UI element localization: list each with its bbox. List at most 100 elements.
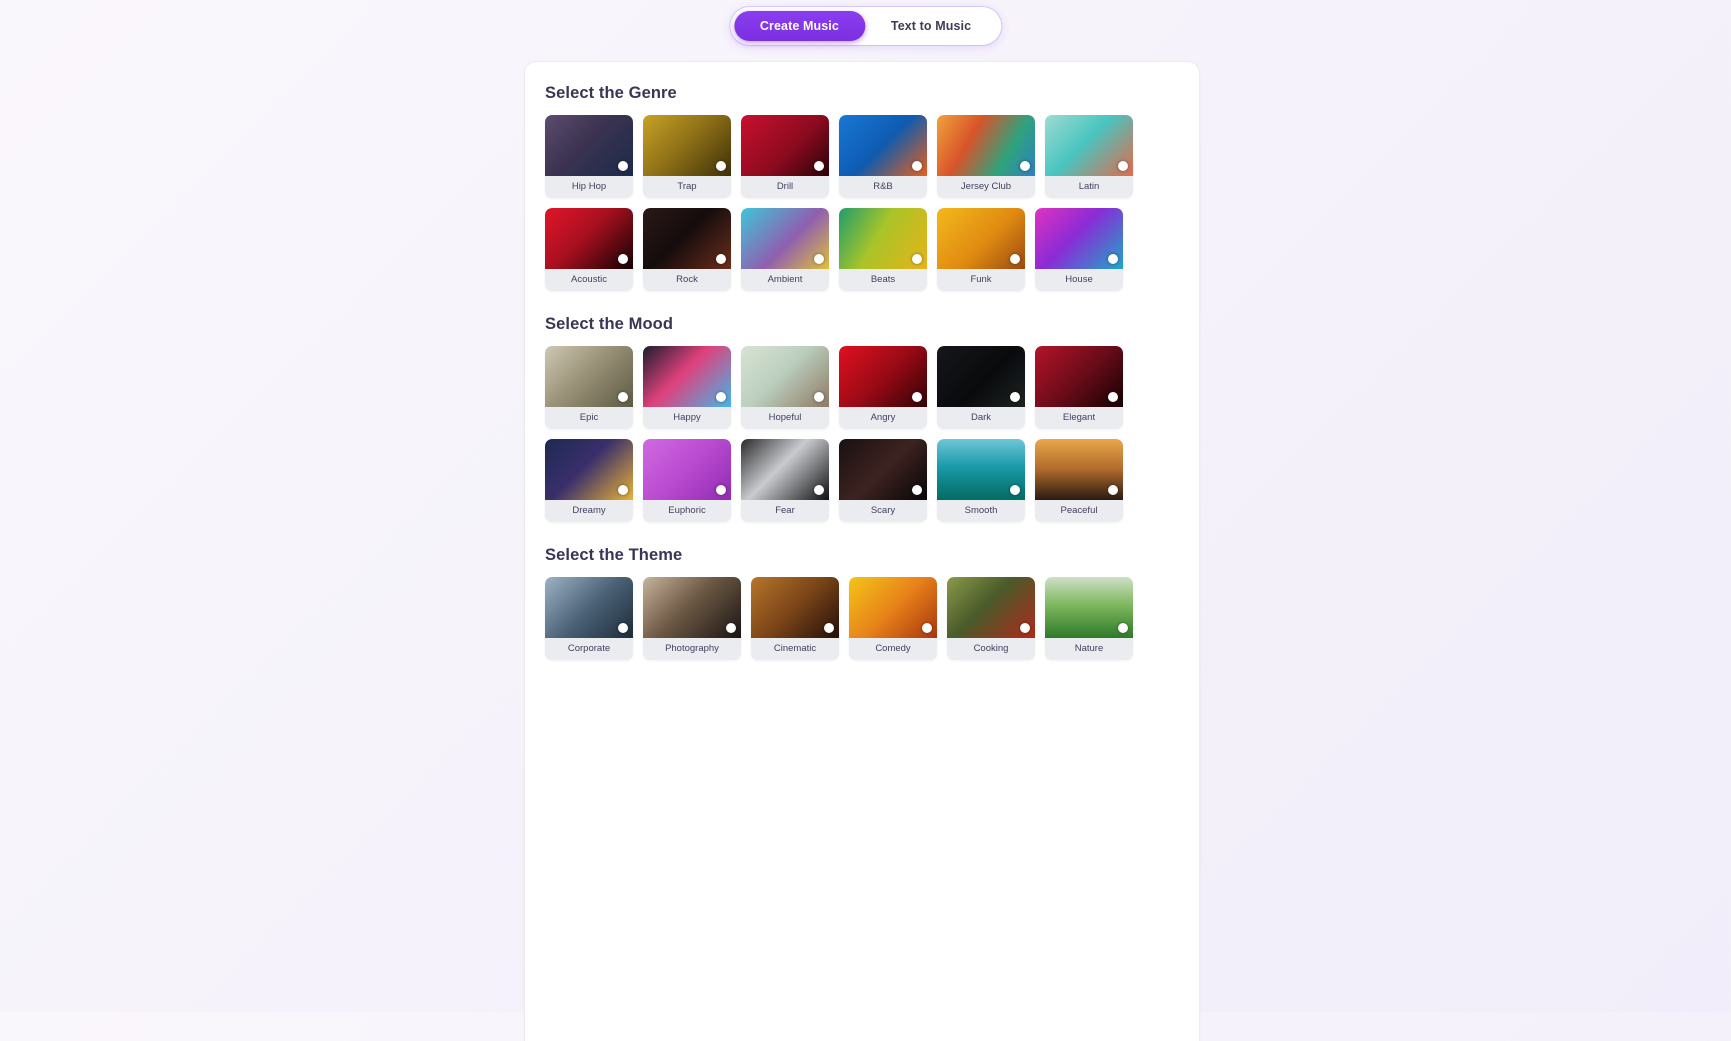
option-card[interactable]: Photography bbox=[643, 577, 741, 660]
option-thumbnail bbox=[741, 346, 829, 407]
option-card[interactable]: Ambient bbox=[741, 208, 829, 291]
option-card[interactable]: Hopeful bbox=[741, 346, 829, 429]
option-card[interactable]: Dark bbox=[937, 346, 1025, 429]
option-card[interactable]: Elegant bbox=[1035, 346, 1123, 429]
option-label: Fear bbox=[741, 500, 829, 522]
option-card[interactable]: Acoustic bbox=[545, 208, 633, 291]
option-label: Photography bbox=[643, 638, 741, 660]
option-label: Dreamy bbox=[545, 500, 633, 522]
option-card[interactable]: Scary bbox=[839, 439, 927, 522]
option-thumbnail bbox=[545, 208, 633, 269]
option-card[interactable]: Smooth bbox=[937, 439, 1025, 522]
option-thumbnail bbox=[643, 115, 731, 176]
option-card[interactable]: Funk bbox=[937, 208, 1025, 291]
option-label: House bbox=[1035, 269, 1123, 291]
option-card[interactable]: Drill bbox=[741, 115, 829, 198]
select-radio-icon[interactable] bbox=[814, 485, 824, 495]
option-thumbnail bbox=[1045, 115, 1133, 176]
option-thumbnail bbox=[741, 439, 829, 500]
option-thumbnail bbox=[937, 115, 1035, 176]
select-radio-icon[interactable] bbox=[1108, 392, 1118, 402]
option-card[interactable]: Beats bbox=[839, 208, 927, 291]
option-card[interactable]: Comedy bbox=[849, 577, 937, 660]
select-radio-icon[interactable] bbox=[1118, 161, 1128, 171]
option-card[interactable]: Cinematic bbox=[751, 577, 839, 660]
select-radio-icon[interactable] bbox=[726, 623, 736, 633]
option-thumbnail bbox=[1035, 346, 1123, 407]
select-radio-icon[interactable] bbox=[814, 161, 824, 171]
option-card[interactable]: Happy bbox=[643, 346, 731, 429]
option-card[interactable]: House bbox=[1035, 208, 1123, 291]
select-radio-icon[interactable] bbox=[912, 485, 922, 495]
option-label: Beats bbox=[839, 269, 927, 291]
option-thumbnail bbox=[1035, 439, 1123, 500]
select-radio-icon[interactable] bbox=[1020, 161, 1030, 171]
tab-text-to-music[interactable]: Text to Music bbox=[865, 11, 997, 41]
select-radio-icon[interactable] bbox=[814, 254, 824, 264]
option-label: Hip Hop bbox=[545, 176, 633, 198]
option-card[interactable]: Nature bbox=[1045, 577, 1133, 660]
option-card[interactable]: Jersey Club bbox=[937, 115, 1035, 198]
option-card[interactable]: Fear bbox=[741, 439, 829, 522]
section-title-theme: Select the Theme bbox=[545, 546, 683, 564]
option-thumbnail bbox=[839, 346, 927, 407]
option-card[interactable]: R&B bbox=[839, 115, 927, 198]
select-radio-icon[interactable] bbox=[912, 392, 922, 402]
option-label: Nature bbox=[1045, 638, 1133, 660]
option-thumbnail bbox=[643, 346, 731, 407]
select-radio-icon[interactable] bbox=[1118, 623, 1128, 633]
select-radio-icon[interactable] bbox=[716, 485, 726, 495]
option-card[interactable]: Epic bbox=[545, 346, 633, 429]
select-radio-icon[interactable] bbox=[716, 254, 726, 264]
select-radio-icon[interactable] bbox=[618, 254, 628, 264]
select-radio-icon[interactable] bbox=[912, 254, 922, 264]
mode-toggle-group[interactable]: Create Music Text to Music bbox=[729, 7, 1002, 45]
tab-create-music[interactable]: Create Music bbox=[733, 11, 865, 41]
select-radio-icon[interactable] bbox=[1020, 623, 1030, 633]
option-card[interactable]: Latin bbox=[1045, 115, 1133, 198]
option-label: Trap bbox=[643, 176, 731, 198]
option-thumbnail bbox=[839, 208, 927, 269]
select-radio-icon[interactable] bbox=[1010, 254, 1020, 264]
option-card[interactable]: Corporate bbox=[545, 577, 633, 660]
option-thumbnail bbox=[849, 577, 937, 638]
option-card[interactable]: Angry bbox=[839, 346, 927, 429]
option-label: Acoustic bbox=[545, 269, 633, 291]
option-card[interactable]: Euphoric bbox=[643, 439, 731, 522]
select-radio-icon[interactable] bbox=[618, 392, 628, 402]
select-radio-icon[interactable] bbox=[922, 623, 932, 633]
option-label: Epic bbox=[545, 407, 633, 429]
select-radio-icon[interactable] bbox=[1010, 485, 1020, 495]
option-card[interactable]: Hip Hop bbox=[545, 115, 633, 198]
option-card[interactable]: Dreamy bbox=[545, 439, 633, 522]
option-card[interactable]: Peaceful bbox=[1035, 439, 1123, 522]
section-title-mood: Select the Mood bbox=[545, 315, 674, 333]
select-radio-icon[interactable] bbox=[716, 392, 726, 402]
option-label: R&B bbox=[839, 176, 927, 198]
genre-grid: Hip Hop Trap Drill R&B Jersey Club Latin Acous… bbox=[545, 115, 1179, 291]
option-label: Jersey Club bbox=[937, 176, 1035, 198]
option-label: Comedy bbox=[849, 638, 937, 660]
select-radio-icon[interactable] bbox=[618, 485, 628, 495]
option-label: Happy bbox=[643, 407, 731, 429]
option-thumbnail bbox=[1045, 577, 1133, 638]
option-card[interactable]: Cooking bbox=[947, 577, 1035, 660]
select-radio-icon[interactable] bbox=[618, 161, 628, 171]
option-thumbnail bbox=[643, 208, 731, 269]
select-radio-icon[interactable] bbox=[1108, 254, 1118, 264]
option-card[interactable]: Rock bbox=[643, 208, 731, 291]
select-radio-icon[interactable] bbox=[1108, 485, 1118, 495]
option-label: Elegant bbox=[1035, 407, 1123, 429]
option-card[interactable]: Trap bbox=[643, 115, 731, 198]
select-radio-icon[interactable] bbox=[716, 161, 726, 171]
select-radio-icon[interactable] bbox=[824, 623, 834, 633]
select-radio-icon[interactable] bbox=[912, 161, 922, 171]
option-thumbnail bbox=[545, 577, 633, 638]
select-radio-icon[interactable] bbox=[814, 392, 824, 402]
option-label: Ambient bbox=[741, 269, 829, 291]
select-radio-icon[interactable] bbox=[1010, 392, 1020, 402]
selection-panel: Select the Genre Hip Hop Trap Drill R&B Jers… bbox=[524, 61, 1200, 1041]
option-label: Funk bbox=[937, 269, 1025, 291]
select-radio-icon[interactable] bbox=[618, 623, 628, 633]
option-thumbnail bbox=[643, 577, 741, 638]
